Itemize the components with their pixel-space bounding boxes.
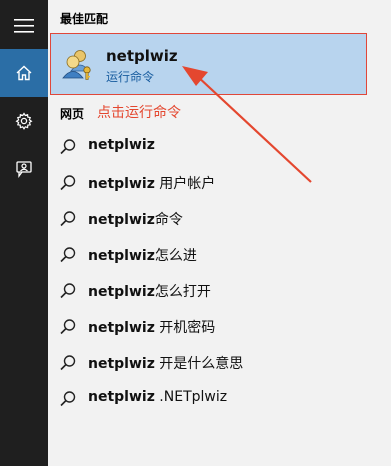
web-result-item[interactable]: netplwiz 用户帐户	[48, 164, 391, 200]
web-result-item[interactable]: netplwiz .NETplwiz	[48, 380, 391, 416]
search-panel: 最佳匹配 netplwiz 运行命令 网页 点击运行命令 netplwiz ne…	[0, 0, 391, 466]
result-suffix: 开是什么意思	[154, 356, 244, 372]
result-query: netplwiz	[88, 389, 155, 405]
result-query: netplwiz	[88, 176, 155, 192]
result-suffix: 怎么打开	[154, 284, 211, 300]
search-icon	[60, 175, 76, 191]
gear-icon	[15, 112, 33, 130]
web-result-item[interactable]: netplwiz	[48, 128, 391, 164]
user-accounts-app-icon	[62, 50, 91, 80]
home-button[interactable]	[0, 49, 48, 97]
home-icon	[16, 65, 32, 81]
search-icon	[60, 283, 76, 299]
web-result-item[interactable]: netplwiz 开机密码	[48, 308, 391, 344]
search-icon	[60, 355, 76, 371]
best-match-title: netplwiz	[106, 47, 178, 65]
search-icon	[60, 211, 76, 227]
result-suffix: .NETplwiz	[154, 389, 228, 405]
web-result-item[interactable]: netplwiz 开是什么意思	[48, 344, 391, 380]
left-rail	[0, 0, 48, 466]
hamburger-menu-button[interactable]	[0, 2, 48, 50]
web-result-item[interactable]: netplwiz命令	[48, 200, 391, 236]
result-suffix: 命令	[154, 212, 183, 228]
settings-button[interactable]	[0, 97, 48, 145]
results-pane: 最佳匹配 netplwiz 运行命令 网页 点击运行命令 netplwiz ne…	[48, 0, 391, 466]
result-suffix: 开机密码	[154, 320, 216, 336]
result-query: netplwiz	[88, 356, 155, 372]
result-suffix: 怎么进	[154, 248, 197, 264]
result-query: netplwiz	[88, 212, 155, 228]
search-icon	[60, 247, 76, 263]
search-icon	[60, 319, 76, 335]
annotation-text: 点击运行命令	[97, 105, 181, 121]
hamburger-menu-icon	[14, 19, 34, 33]
web-result-item[interactable]: netplwiz怎么打开	[48, 272, 391, 308]
web-result-item[interactable]: netplwiz怎么进	[48, 236, 391, 272]
best-match-heading: 最佳匹配	[60, 12, 109, 26]
search-icon	[60, 139, 76, 155]
result-query: netplwiz	[88, 284, 155, 300]
feedback-person-icon	[16, 161, 32, 178]
feedback-button[interactable]	[0, 145, 48, 193]
result-suffix: 用户帐户	[154, 176, 216, 192]
best-match-result[interactable]: netplwiz 运行命令	[50, 33, 367, 95]
search-icon	[60, 391, 76, 407]
web-heading: 网页	[60, 107, 85, 121]
best-match-subtitle: 运行命令	[106, 70, 155, 84]
web-results-list: netplwiz netplwiz 用户帐户 netplwiz命令 netplw…	[48, 128, 391, 416]
result-query: netplwiz	[88, 137, 155, 153]
result-query: netplwiz	[88, 248, 155, 264]
result-query: netplwiz	[88, 320, 155, 336]
